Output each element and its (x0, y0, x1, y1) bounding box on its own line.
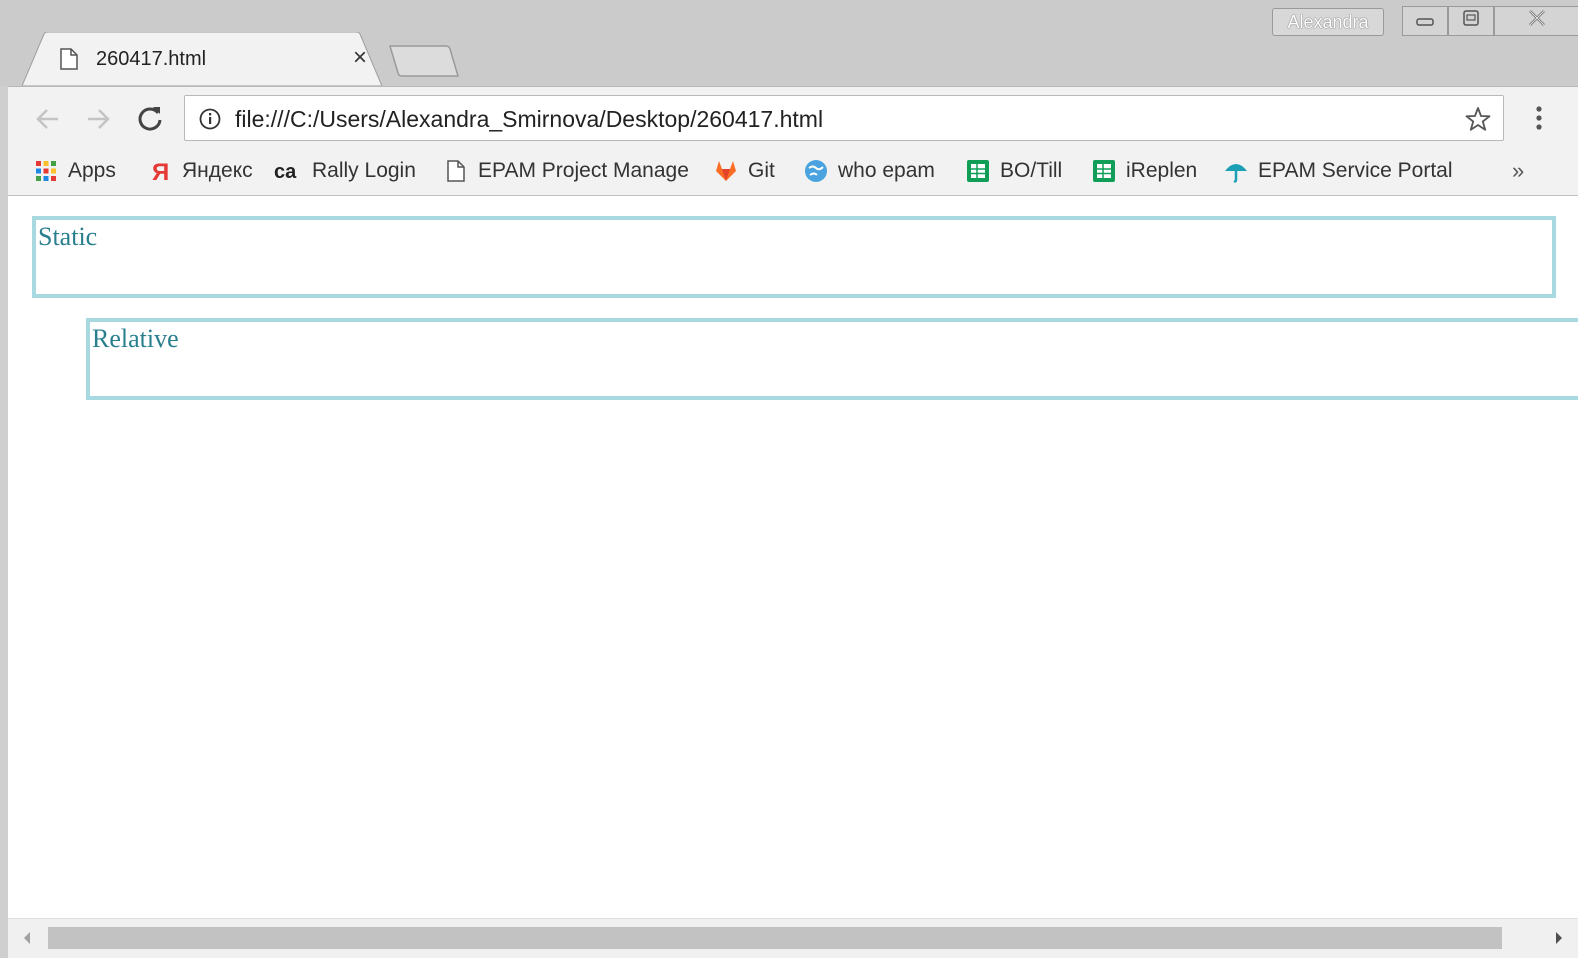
bookmark-bo-till[interactable]: BO/Till (966, 156, 1062, 186)
yandex-icon: Я (152, 159, 169, 183)
bookmark-label: iReplen (1126, 159, 1198, 182)
forward-arrow-icon[interactable] (82, 103, 114, 135)
tab-active[interactable]: 260417.html × (22, 32, 382, 86)
menu-dots-icon[interactable] (1530, 103, 1548, 133)
globe-icon (805, 160, 827, 182)
bookmark-label: Git (748, 159, 775, 182)
maximize-icon (1463, 10, 1479, 26)
bookmark-who-epam[interactable]: who epam (804, 156, 935, 186)
page-viewport: Static Relative (8, 196, 1578, 918)
horizontal-scrollbar[interactable] (8, 918, 1578, 958)
title-bar: 260417.html × Alexandra (0, 0, 1578, 86)
bookmark-ireplen[interactable]: iReplen (1092, 156, 1197, 186)
close-window-button[interactable] (1494, 6, 1578, 36)
scroll-right-icon[interactable] (1554, 931, 1564, 945)
bookmark-star-icon[interactable] (1465, 106, 1491, 132)
relative-box: Relative (86, 318, 1578, 400)
bookmark-label: EPAM Project Manage (478, 159, 689, 182)
url-text[interactable]: file:///C:/Users/Alexandra_Smirnova/Desk… (235, 106, 823, 133)
ca-icon: ca (274, 161, 297, 183)
minimize-button[interactable] (1402, 6, 1448, 36)
window-controls (1402, 6, 1578, 36)
reload-icon[interactable] (134, 103, 166, 135)
bookmarks-overflow-button[interactable]: » (1512, 158, 1524, 184)
svg-text:Я: Я (152, 159, 169, 183)
scrollbar-thumb[interactable] (48, 927, 1502, 949)
bookmark-label: Яндекс (182, 159, 253, 182)
static-box-label: Static (38, 222, 98, 251)
info-icon[interactable] (199, 108, 221, 130)
address-bar[interactable]: file:///C:/Users/Alexandra_Smirnova/Desk… (184, 95, 1504, 141)
relative-box-label: Relative (92, 324, 179, 353)
bookmark-label: who epam (838, 159, 935, 182)
static-box: Static (32, 216, 1556, 298)
bookmark-epam-service-portal[interactable]: EPAM Service Portal (1224, 156, 1453, 186)
profile-button[interactable]: Alexandra (1272, 8, 1384, 36)
umbrella-icon (1225, 164, 1247, 183)
bookmark-label: BO/Till (1000, 159, 1063, 182)
bookmark-rally-login[interactable]: ca Rally Login (274, 156, 416, 186)
tab-title: 260417.html (96, 48, 207, 70)
bookmark-label: EPAM Service Portal (1258, 159, 1453, 182)
bookmark-yandex[interactable]: Я Яндекс (148, 156, 253, 186)
apps-grid-icon (36, 161, 56, 181)
close-icon (1528, 10, 1545, 26)
bookmarks-bar: Apps Я Яндекс ca Rally Login EPAM Projec… (8, 148, 1578, 196)
browser-toolbar: file:///C:/Users/Alexandra_Smirnova/Desk… (8, 86, 1578, 148)
back-arrow-icon[interactable] (32, 103, 64, 135)
page-icon (60, 48, 78, 70)
bookmark-git[interactable]: Git (714, 156, 775, 186)
bookmark-epam-project-manage[interactable]: EPAM Project Manage (444, 156, 694, 186)
scroll-left-icon[interactable] (22, 931, 32, 945)
sheet-icon (1093, 160, 1115, 182)
gitlab-icon (716, 161, 736, 181)
svg-text:ca: ca (274, 161, 297, 183)
sheet-icon (967, 160, 989, 182)
bookmark-label: Rally Login (312, 159, 416, 182)
minimize-icon (1416, 18, 1434, 26)
bookmark-label: Apps (68, 159, 116, 182)
page-icon (447, 160, 465, 182)
bookmark-apps[interactable]: Apps (34, 156, 116, 186)
maximize-button[interactable] (1448, 6, 1494, 36)
close-tab-icon[interactable]: × (348, 46, 372, 70)
new-tab-button[interactable] (388, 44, 460, 78)
